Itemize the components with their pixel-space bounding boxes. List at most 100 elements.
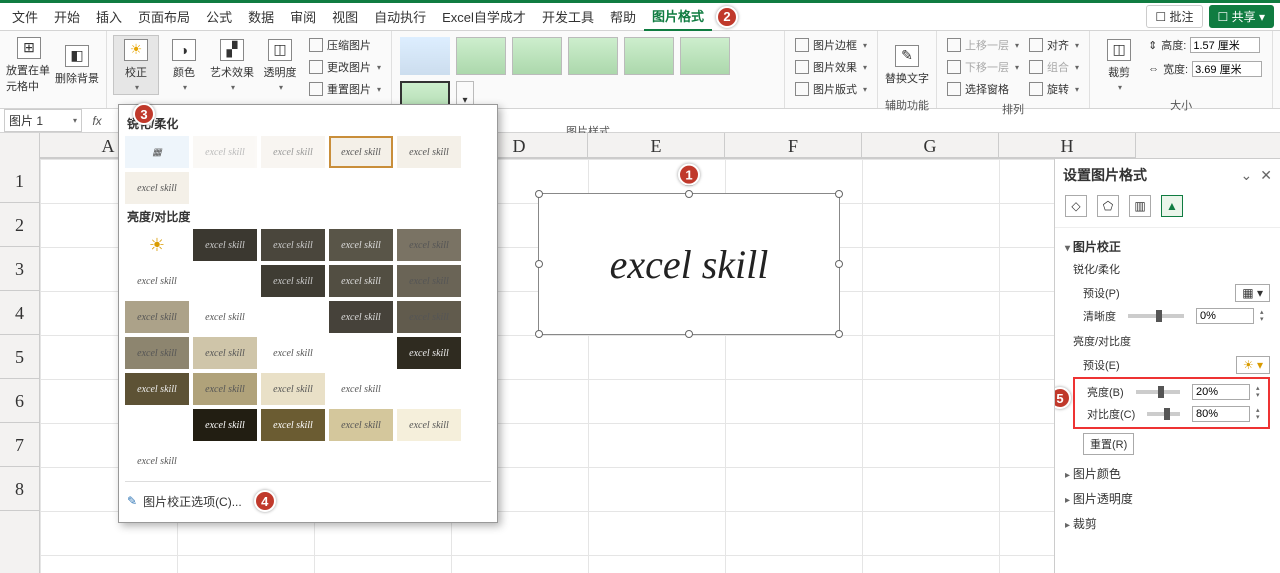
pane-tab-effects-icon[interactable]: ⬠: [1097, 195, 1119, 217]
tab-home[interactable]: 开始: [46, 3, 88, 30]
col-head-F[interactable]: F: [725, 133, 862, 158]
rotate-button[interactable]: 旋转 ▾: [1025, 79, 1083, 99]
preset-e-button[interactable]: ☀ ▾: [1236, 356, 1270, 374]
remove-bg-button[interactable]: ◧删除背景: [54, 35, 100, 95]
contrast-slider[interactable]: [1147, 412, 1180, 416]
annotate-button[interactable]: ☐ 批注: [1146, 5, 1202, 28]
share-button[interactable]: ☐ 共享 ▾: [1209, 5, 1274, 28]
pic-style-6[interactable]: [680, 37, 730, 75]
col-head-G[interactable]: G: [862, 133, 999, 158]
bc-thumb[interactable]: excel skill: [329, 301, 393, 333]
tab-dev[interactable]: 开发工具: [534, 3, 602, 30]
bc-thumb[interactable]: excel skill: [261, 229, 325, 261]
tab-help[interactable]: 帮助: [602, 3, 644, 30]
bc-thumb[interactable]: excel skill: [125, 265, 189, 297]
bc-thumb[interactable]: excel skill: [125, 337, 189, 369]
pic-border-button[interactable]: 图片边框 ▾: [791, 35, 871, 55]
clarity-input[interactable]: [1196, 308, 1254, 324]
bc-thumb[interactable]: excel skill: [125, 445, 189, 477]
bc-thumb[interactable]: excel skill: [261, 265, 325, 297]
change-pic-button[interactable]: 更改图片 ▾: [305, 57, 385, 77]
pic-style-2[interactable]: [456, 37, 506, 75]
brightness-input[interactable]: [1192, 384, 1250, 400]
bc-thumb[interactable]: excel skill: [125, 301, 189, 333]
contrast-spinner[interactable]: ▴▾: [1256, 407, 1266, 421]
color-button[interactable]: ◑颜色▾: [161, 35, 207, 95]
pic-style-3[interactable]: [512, 37, 562, 75]
sharpen-thumb-3[interactable]: excel skill: [329, 136, 393, 168]
height-field[interactable]: ⇕高度:: [1144, 35, 1266, 55]
transparency-button[interactable]: ◫透明度▾: [257, 35, 303, 95]
bc-thumb[interactable]: excel skill: [329, 229, 393, 261]
bc-thumb[interactable]: excel skill: [329, 373, 393, 405]
row-head-2[interactable]: 2: [0, 203, 39, 247]
bc-thumb[interactable]: excel skill: [193, 301, 257, 333]
row-head-1[interactable]: 1: [0, 159, 39, 203]
pic-style-1[interactable]: [400, 37, 450, 75]
pane-tab-picture-icon[interactable]: ▲: [1161, 195, 1183, 217]
pane-tab-size-icon[interactable]: ▥: [1129, 195, 1151, 217]
tab-pagelayout[interactable]: 页面布局: [130, 3, 198, 30]
sharpen-thumb-2[interactable]: excel skill: [261, 136, 325, 168]
sharpen-thumb-5[interactable]: excel skill: [125, 172, 189, 204]
row-head-3[interactable]: 3: [0, 247, 39, 291]
bc-thumb[interactable]: excel skill: [397, 265, 461, 297]
width-field[interactable]: ⇔宽度:: [1144, 59, 1266, 79]
bc-thumb[interactable]: excel skill: [261, 409, 325, 441]
send-backward-button[interactable]: 下移一层 ▾: [943, 57, 1023, 77]
brightness-slider[interactable]: [1136, 390, 1180, 394]
selected-image[interactable]: ⟳ excel skill 1: [538, 193, 840, 335]
clarity-slider[interactable]: [1128, 314, 1184, 318]
tab-file[interactable]: 文件: [4, 3, 46, 30]
bc-thumb[interactable]: excel skill: [261, 337, 325, 369]
preset-p-button[interactable]: ▦ ▾: [1235, 284, 1270, 302]
bc-thumb[interactable]: excel skill: [329, 265, 393, 297]
tab-custom[interactable]: Excel自学成才: [434, 3, 534, 30]
col-head-H[interactable]: H: [999, 133, 1136, 158]
tab-picture-format[interactable]: 图片格式: [644, 2, 712, 31]
fx-button[interactable]: fx: [86, 114, 108, 128]
bc-thumb[interactable]: excel skill: [193, 229, 257, 261]
row-head-4[interactable]: 4: [0, 291, 39, 335]
row-head-5[interactable]: 5: [0, 335, 39, 379]
name-box[interactable]: 图片 1▾: [4, 109, 82, 132]
crop-button[interactable]: ◫裁剪▾: [1096, 35, 1142, 95]
brightness-spinner[interactable]: ▴▾: [1256, 385, 1266, 399]
row-head-6[interactable]: 6: [0, 379, 39, 423]
place-in-cell-button[interactable]: ⊞放置在单元格中: [6, 35, 52, 95]
bc-thumb[interactable]: excel skill: [193, 409, 257, 441]
bc-thumb[interactable]: excel skill: [397, 301, 461, 333]
sec-correction[interactable]: 图片校正: [1065, 234, 1270, 259]
sharpen-extra-icon[interactable]: ▦: [125, 136, 189, 168]
pane-tab-fill-icon[interactable]: ◇: [1065, 195, 1087, 217]
compress-button[interactable]: 压缩图片: [305, 35, 385, 55]
bring-forward-button[interactable]: 上移一层 ▾: [943, 35, 1023, 55]
bc-thumb[interactable]: excel skill: [397, 337, 461, 369]
bc-thumb[interactable]: excel skill: [329, 409, 393, 441]
tab-auto[interactable]: 自动执行: [366, 3, 434, 30]
sharpen-thumb-4[interactable]: excel skill: [397, 136, 461, 168]
pic-correction-options[interactable]: ✎ 图片校正选项(C)... 4: [125, 486, 491, 516]
bc-thumb[interactable]: excel skill: [397, 229, 461, 261]
pic-layout-button[interactable]: 图片版式 ▾: [791, 79, 871, 99]
bc-sun-icon[interactable]: ☀: [125, 229, 189, 261]
artistic-effects-button[interactable]: ▞艺术效果▾: [209, 35, 255, 95]
corrections-button[interactable]: ☀校正▾: [113, 35, 159, 95]
alt-text-button[interactable]: ✎替换文字: [884, 35, 930, 95]
bc-thumb[interactable]: excel skill: [125, 373, 189, 405]
bc-thumb[interactable]: excel skill: [193, 373, 257, 405]
bc-thumb[interactable]: excel skill: [397, 409, 461, 441]
clarity-spinner[interactable]: ▴▾: [1260, 309, 1270, 323]
bc-thumb[interactable]: excel skill: [261, 373, 325, 405]
pic-effect-button[interactable]: 图片效果 ▾: [791, 57, 871, 77]
tab-view[interactable]: 视图: [324, 3, 366, 30]
contrast-input[interactable]: [1192, 406, 1250, 422]
height-input[interactable]: [1190, 37, 1260, 53]
pane-close-icon[interactable]: ✕: [1260, 167, 1272, 184]
tab-insert[interactable]: 插入: [88, 3, 130, 30]
tab-formula[interactable]: 公式: [198, 3, 240, 30]
pic-style-5[interactable]: [624, 37, 674, 75]
selection-pane-button[interactable]: 选择窗格: [943, 79, 1023, 99]
tab-review[interactable]: 审阅: [282, 3, 324, 30]
sec-transparency[interactable]: 图片透明度: [1065, 486, 1270, 511]
